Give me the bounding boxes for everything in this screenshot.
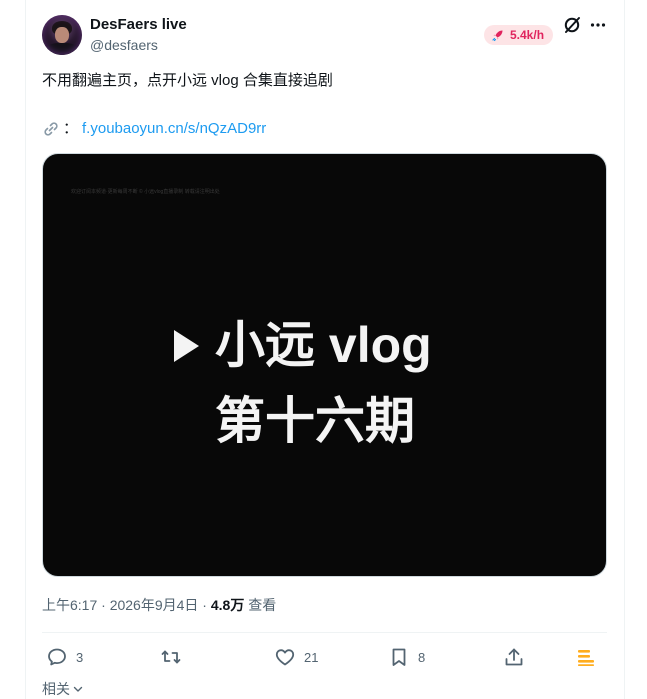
views-label: 查看 xyxy=(244,597,277,613)
author-handle[interactable]: @desfaers xyxy=(90,36,158,54)
tweet-link[interactable]: f.youbaoyun.cn/s/nQzAD9rr xyxy=(82,120,266,137)
more-icon[interactable] xyxy=(588,15,608,35)
retweet-button[interactable] xyxy=(160,646,190,668)
tweet-meta: 上午6:17 · 2026年9月4日 · 4.8万 查看 xyxy=(42,596,276,615)
avatar[interactable] xyxy=(42,15,82,55)
tweet-time[interactable]: 上午6:17 xyxy=(42,597,97,613)
tweet-text: 不用翻遍主页，点开小远 vlog 合集直接追剧 xyxy=(42,72,333,89)
bookmark-count: 8 xyxy=(418,649,426,665)
link-icon xyxy=(44,122,58,136)
related-section[interactable]: 相关 xyxy=(42,680,84,698)
meta-separator: · xyxy=(97,597,110,613)
rate-text: 5.4k/h xyxy=(510,28,545,42)
list-stack-icon xyxy=(578,650,594,666)
rate-badge[interactable]: 5.4k/h xyxy=(484,25,553,45)
author-display-name[interactable]: DesFaers live xyxy=(90,15,187,34)
video-title-line2: 第十六期 xyxy=(215,393,415,449)
reply-icon xyxy=(48,648,66,666)
share-icon xyxy=(505,648,523,666)
bookmark-icon xyxy=(392,648,406,666)
share-button[interactable] xyxy=(503,646,525,668)
timeline-border-left xyxy=(25,0,26,699)
timeline-border-right xyxy=(624,0,625,699)
reply-count: 3 xyxy=(76,649,84,665)
tweet-link-row: ： f.youbaoyun.cn/s/nQzAD9rr xyxy=(42,119,266,139)
like-count: 21 xyxy=(304,649,319,665)
meta-separator: · xyxy=(198,597,211,613)
tweet-date[interactable]: 2026年9月4日 xyxy=(110,597,199,613)
reply-button[interactable]: 3 xyxy=(46,646,83,668)
media-caption-small: 欢迎订阅本频道·更新每周不断 © 小远vlog直播录制 转载请注明出处 xyxy=(71,189,220,195)
list-extension-button[interactable] xyxy=(575,646,597,668)
retweet-icon xyxy=(161,650,181,664)
bookmark-button[interactable]: 8 xyxy=(388,646,425,668)
media-video[interactable]: 欢迎订阅本频道·更新每周不断 © 小远vlog直播录制 转载请注明出处 小远 v… xyxy=(42,153,607,577)
rocket-icon xyxy=(492,30,503,42)
play-icon[interactable] xyxy=(171,328,201,364)
heart-icon xyxy=(275,649,295,666)
related-label: 相关 xyxy=(42,681,70,697)
divider xyxy=(42,632,607,633)
chevron-down-icon xyxy=(73,686,83,692)
views-count: 4.8万 xyxy=(210,597,245,613)
video-title-line1: 小远 vlog xyxy=(215,317,432,373)
grok-icon[interactable] xyxy=(562,15,582,35)
link-colon: ： xyxy=(63,120,79,137)
like-button[interactable]: 21 xyxy=(274,646,318,668)
